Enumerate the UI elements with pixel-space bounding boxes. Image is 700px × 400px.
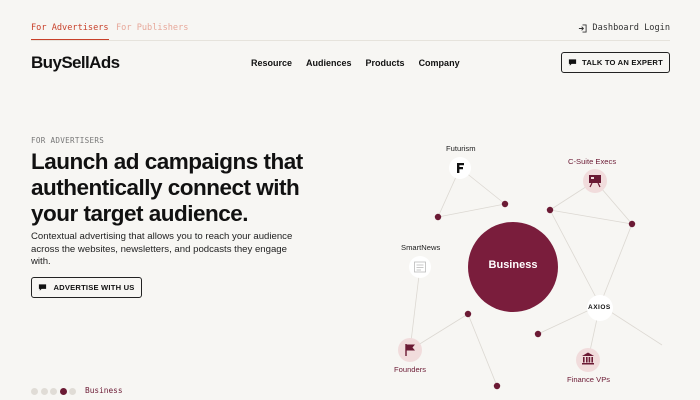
pager-dot[interactable]	[50, 388, 57, 395]
hero-eyebrow: FOR ADVERTISERS	[31, 136, 105, 145]
futurism-label: Futurism	[446, 144, 476, 153]
chat-bubble-icon	[568, 59, 577, 66]
talk-to-expert-button[interactable]: TALK TO AN EXPERT	[561, 52, 670, 73]
dashboard-login-label: Dashboard Login	[592, 23, 670, 33]
nav-item-audiences[interactable]: Audiences	[306, 58, 352, 68]
pager-dot[interactable]	[69, 388, 76, 395]
nav-item-resource[interactable]: Resource	[251, 58, 292, 68]
nav-item-company[interactable]: Company	[419, 58, 460, 68]
advertise-with-us-label: ADVERTISE WITH US	[53, 283, 135, 292]
pager-label: Business	[85, 386, 123, 395]
pager-dot[interactable]	[40, 388, 48, 395]
hero-headline: Launch ad campaigns that authentically c…	[31, 149, 303, 226]
pager-dot[interactable]	[31, 388, 38, 395]
smartnews-label: SmartNews	[401, 243, 441, 252]
csuite-label: C-Suite Execs	[568, 157, 617, 166]
dashboard-login-link[interactable]: Dashboard Login	[578, 23, 670, 33]
founders-label: Founders	[394, 365, 427, 374]
advertise-with-us-button[interactable]: ADVERTISE WITH US	[31, 277, 142, 298]
financevps-label: Finance VPs	[567, 375, 611, 384]
nav-item-products[interactable]: Products	[366, 58, 405, 68]
business-center-label: Business	[488, 259, 538, 271]
tab-for-publishers[interactable]: For Publishers	[116, 23, 188, 33]
login-icon	[579, 23, 587, 33]
smartnews-node	[409, 256, 431, 278]
audience-network-diagram: Futurism C-Suite Execs SmartNews Busines…	[360, 130, 700, 400]
talk-to-expert-label: TALK TO AN EXPERT	[582, 58, 663, 67]
main-nav: Resource Audiences Products Company	[251, 58, 460, 68]
hero-subtext: Contextual advertising that allows you t…	[31, 231, 293, 267]
axios-logo-label: AXIOS	[588, 304, 611, 311]
financevps-node	[576, 348, 600, 372]
chat-bubble-icon	[39, 284, 47, 291]
top-bar: For Advertisers For Publishers Dashboard…	[31, 21, 670, 41]
top-divider	[31, 40, 670, 41]
tab-for-advertisers[interactable]: For Advertisers	[31, 23, 109, 40]
logo[interactable]: BuySellAds	[31, 53, 120, 73]
pager-dot-active[interactable]	[59, 388, 67, 395]
carousel-pager	[31, 388, 76, 395]
